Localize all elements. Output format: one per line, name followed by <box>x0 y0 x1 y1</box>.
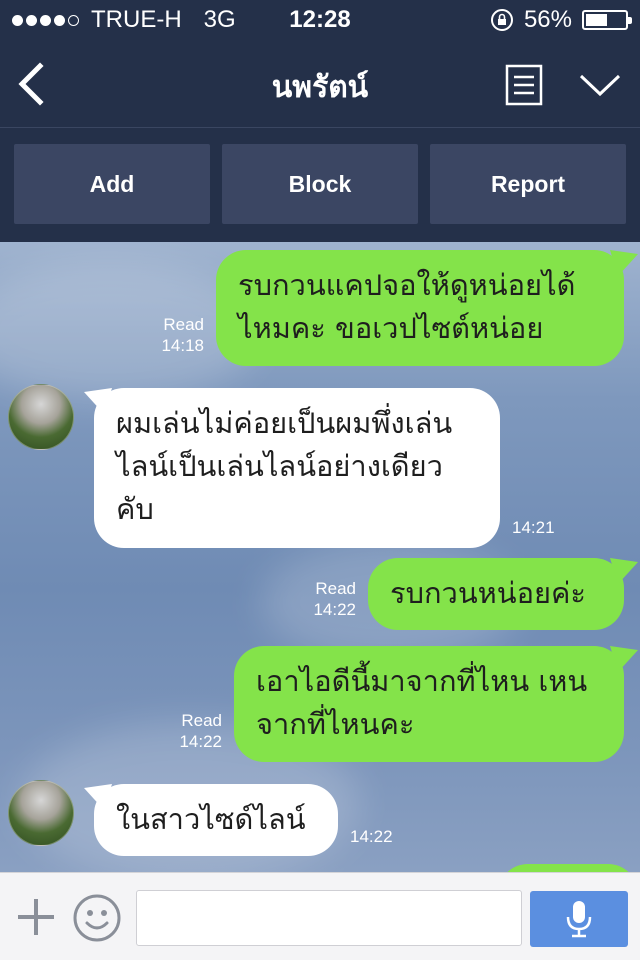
message-text: ไหมคะ ขอเวปไซต์หน่อย <box>238 311 544 345</box>
bubble-tail <box>84 784 112 810</box>
message-text: รบกวนแคปจอให้ดูหน่อยได้ <box>238 268 576 302</box>
message-text: จากที่ไหนคะ <box>256 707 415 741</box>
message-bubble-outgoing[interactable]: เอาไอดีนี้มาจากที่ไหน เหน จากที่ไหนคะ <box>234 646 624 762</box>
message-input[interactable] <box>136 890 522 946</box>
battery-icon <box>582 10 632 30</box>
message-text: คับ <box>116 492 154 526</box>
add-button[interactable]: Add <box>14 144 210 224</box>
emoji-icon[interactable] <box>72 893 122 943</box>
bubble-tail <box>610 646 638 672</box>
chat-header: นพรัตน์ <box>0 40 640 128</box>
read-receipt: Read 14:22 <box>179 711 222 751</box>
action-bar: Add Block Report <box>0 128 640 242</box>
message-text: ไลน์เป็นเล่นไลน์อย่างเดียว <box>116 449 443 483</box>
status-right: 56% <box>490 6 632 34</box>
message-bubble-incoming[interactable]: ผมเล่นไม่ค่อยเป็นผมพึ่งเล่น ไลน์เป็นเล่น… <box>94 388 500 548</box>
status-bar: TRUE-H 3G 12:28 56% <box>0 0 640 40</box>
bubble-tail <box>610 558 638 584</box>
message-text: เอาไอดีนี้มาจากที่ไหน เหน <box>256 664 588 698</box>
read-receipt: Read 14:22 <box>313 579 356 619</box>
contact-avatar[interactable] <box>8 780 74 846</box>
message-bubble-outgoing[interactable]: รบกวนแคปจอให้ดูหน่อยได้ ไหมคะ ขอเวปไซต์ห… <box>216 250 624 366</box>
rotation-lock-icon <box>490 9 513 31</box>
read-receipt: Read 14:18 <box>161 315 204 355</box>
contact-avatar[interactable] <box>8 384 74 450</box>
message-time: 14:22 <box>350 827 393 846</box>
notes-icon[interactable] <box>505 64 543 106</box>
message-bubble-outgoing[interactable]: รบกวนหน่อยค่ะ <box>368 558 624 630</box>
chevron-down-icon[interactable] <box>578 72 622 100</box>
message-bubble-outgoing[interactable] <box>498 864 638 872</box>
message-text: ในสาวไซด์ไลน์ <box>116 802 306 836</box>
bubble-tail <box>610 250 638 276</box>
message-input-bar <box>0 872 640 960</box>
message-bubble-incoming[interactable]: ในสาวไซด์ไลน์ <box>94 784 338 856</box>
message-time: 14:21 <box>512 518 555 537</box>
message-text: ผมเล่นไม่ค่อยเป็นผมพึ่งเล่น <box>116 406 453 440</box>
plus-icon[interactable] <box>16 897 56 937</box>
battery-percent: 56% <box>523 6 572 33</box>
report-button[interactable]: Report <box>430 144 626 224</box>
message-text: รบกวนหน่อยค่ะ <box>390 576 586 610</box>
microphone-icon <box>566 901 592 938</box>
block-button[interactable]: Block <box>222 144 418 224</box>
bubble-tail <box>84 388 112 414</box>
contact-name: นพรัตน์ <box>271 70 369 105</box>
chat-area[interactable]: Read 14:18 รบกวนแคปจอให้ดูหน่อยได้ ไหมคะ … <box>0 242 640 872</box>
voice-button[interactable] <box>530 891 628 947</box>
